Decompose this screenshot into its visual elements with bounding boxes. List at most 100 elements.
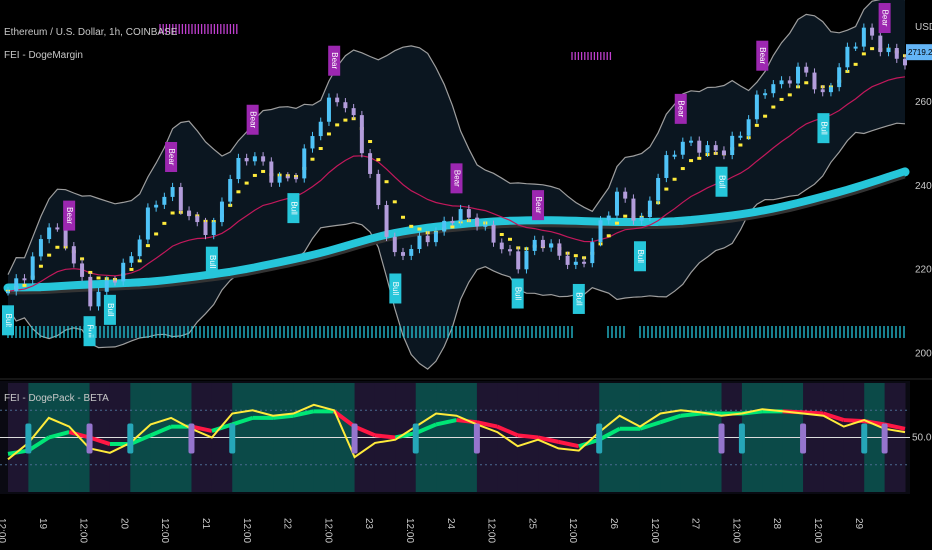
bull-candle (771, 84, 776, 94)
time-axis-tick: 12:00 (730, 518, 741, 543)
time-axis-tick: 12:00 (567, 518, 578, 543)
time-axis-tick: 12:00 (649, 518, 660, 543)
bear-candle (22, 278, 27, 281)
signal-text: Bull (208, 255, 217, 269)
ema-fast-step (318, 147, 323, 151)
price-axis-tick: 2600.00 (915, 97, 932, 108)
ema-fast-step (623, 214, 628, 218)
ema-fast-step (129, 267, 134, 271)
chart-canvas[interactable]: Bear Bear Bear Bear Bear Bear Bear Bear Bear Bull… (0, 0, 932, 550)
signal-text: Bull (85, 325, 94, 339)
bull-candle (672, 154, 677, 157)
osc-bull-marker (229, 423, 236, 454)
ema-fast-step (573, 254, 578, 258)
bull-candle (326, 97, 331, 122)
ema-fast-step (779, 97, 784, 101)
time-axis-tick: 12:00 (241, 518, 252, 543)
time-axis-tick: 28 (771, 518, 782, 530)
osc-bear-marker (800, 423, 807, 454)
bear-candle (540, 239, 545, 248)
bear-candle (466, 209, 471, 218)
bull-candle (837, 67, 842, 88)
ema-fast-step (606, 234, 611, 238)
ema-fast-step (870, 47, 875, 51)
ema-fast-step (804, 81, 809, 85)
bear-candle (820, 89, 825, 93)
indicator-osc-label: FEI - DogePack - BETA (4, 393, 109, 404)
bull-candle (532, 239, 537, 251)
bear-candle (343, 102, 348, 109)
bear-signal: Bear (328, 45, 341, 76)
bull-candle (590, 242, 595, 264)
bear-candle (557, 243, 562, 256)
bull-candle (886, 48, 891, 53)
ema-fast-step (680, 167, 685, 171)
bear-signal: Bear (165, 142, 178, 172)
ema-fast-step (96, 276, 101, 280)
bear-candle (697, 140, 702, 153)
bull-candle (730, 135, 735, 156)
bull-candle (104, 280, 109, 292)
bull-candle (14, 278, 19, 292)
bull-candle (121, 262, 126, 282)
bull-candle (598, 220, 603, 243)
bear-candle (894, 48, 899, 59)
ema-fast-step (499, 232, 504, 236)
ema-fast-step (614, 221, 619, 225)
ema-fast-step (47, 253, 52, 257)
ema-fast-step (38, 264, 43, 268)
signal-text: Bull (717, 175, 726, 189)
ema-fast-step (261, 169, 266, 173)
signal-text: Bull (636, 250, 645, 264)
signal-text: Bull (575, 292, 584, 306)
bull-candle (656, 177, 661, 201)
signal-text: Bear (881, 10, 890, 27)
osc-bull-marker (412, 423, 419, 454)
time-axis-tick: 19 (37, 518, 48, 530)
bear-candle (870, 27, 875, 36)
bear-signal: Bear (878, 3, 891, 34)
bear-candle (178, 187, 183, 211)
bull-candle (252, 156, 257, 162)
ema-fast-step (664, 187, 669, 191)
bear-candle (261, 156, 266, 162)
bear-candle (721, 150, 726, 156)
ema-fast-step (384, 180, 389, 184)
time-axis-tick: 20 (118, 518, 129, 530)
chart-container: Bear Bear Bear Bear Bear Bear Bear Bear Bear Bull… (0, 0, 932, 550)
bull-signal: Bull (511, 278, 524, 309)
bull-candle (228, 179, 233, 202)
bear-candle (713, 145, 718, 151)
time-axis-tick: 12:00 (159, 518, 170, 543)
ema-fast-step (252, 173, 257, 177)
bear-candle (565, 255, 570, 265)
signal-text: Bear (534, 197, 543, 214)
bull-candle (137, 239, 142, 257)
bull-candle (483, 224, 488, 227)
bull-candle (433, 231, 438, 243)
time-axis-tick: 24 (445, 518, 456, 530)
bull-candle (614, 191, 619, 216)
bull-candle (458, 209, 463, 222)
bull-candle (145, 207, 150, 240)
bear-candle (285, 176, 290, 179)
bull-candle (96, 291, 101, 307)
bull-candle (861, 27, 866, 47)
ema-fast-step (754, 123, 759, 127)
ema-fast-step (417, 227, 422, 231)
osc-bull-marker (127, 423, 134, 454)
bear-candle (195, 216, 200, 223)
bull-signal: Bull (389, 273, 402, 304)
bear-candle (359, 115, 364, 154)
bear-signal: Bear (756, 40, 769, 71)
osc-bull-marker (861, 423, 868, 454)
price-axis-tick: 2200.00 (915, 265, 932, 276)
ema-fast-step (771, 105, 776, 109)
bear-candle (878, 35, 883, 53)
ema-fast-step (689, 159, 694, 163)
bear-candle (582, 261, 587, 264)
ema-fast-step (401, 215, 406, 219)
bull-signal: Bull (83, 316, 96, 347)
current-price-label: 2719.25 (908, 48, 932, 57)
bear-candle (80, 263, 85, 277)
